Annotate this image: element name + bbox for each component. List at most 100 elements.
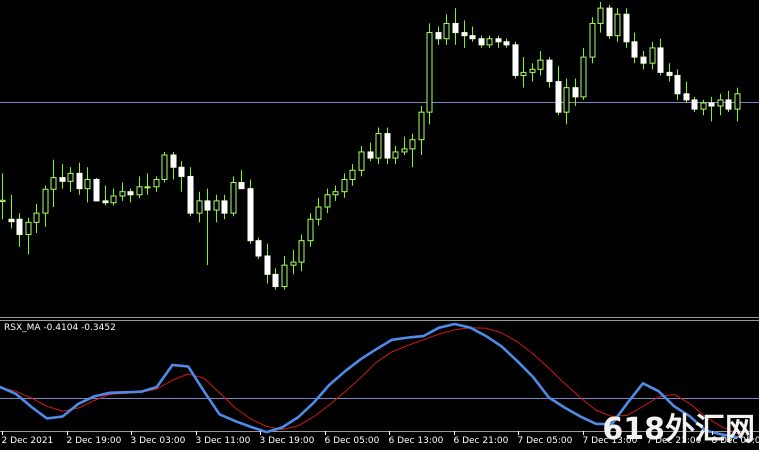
- candle-bull: [597, 7, 604, 24]
- candle-bear: [495, 38, 502, 43]
- candle-bull: [33, 212, 40, 223]
- candle-bull: [580, 56, 587, 98]
- candle-bull: [298, 240, 305, 263]
- time-tick-label: 7 Dec 05:00: [518, 436, 573, 446]
- candle-bear: [461, 32, 468, 37]
- candle-bear: [546, 59, 553, 83]
- candle-bear: [93, 178, 100, 202]
- candle-bear: [666, 71, 673, 76]
- indicator-value-1: -0.4104: [43, 323, 79, 333]
- candle-bear: [606, 7, 613, 37]
- candle-bear: [674, 74, 681, 95]
- candle-bear: [127, 191, 134, 196]
- candle-bear: [657, 47, 664, 73]
- candle-bear: [204, 200, 211, 211]
- candle-bull: [290, 261, 297, 266]
- candle-bull: [341, 178, 348, 193]
- candle-bull: [307, 218, 314, 242]
- time-tick-label: 3 Dec 03:00: [131, 436, 186, 446]
- candle-bull: [161, 154, 168, 180]
- candle-bear: [469, 35, 476, 40]
- candle-bear: [255, 240, 262, 257]
- candle-bear: [503, 41, 510, 46]
- candle-bull: [409, 139, 416, 150]
- candle-bull: [324, 194, 331, 208]
- candle-bull: [349, 169, 356, 180]
- candle-bull: [136, 186, 143, 196]
- candle-bear: [452, 22, 459, 34]
- candle-bear: [555, 81, 562, 113]
- candle-bull: [84, 178, 91, 190]
- candle-bull: [144, 186, 151, 189]
- indicator-value-2: -0.3452: [81, 323, 116, 333]
- candle-bear: [691, 99, 698, 110]
- candle-bull: [649, 47, 656, 64]
- candle-bear: [272, 273, 279, 288]
- candle-bull: [443, 22, 450, 40]
- time-tick-label: 6 Dec 13:00: [389, 436, 444, 446]
- candle-bull: [529, 68, 536, 73]
- watermark-logo: 618外汇网: [602, 412, 755, 447]
- candle-bear: [8, 218, 15, 223]
- candle-bear: [102, 200, 109, 204]
- candle-bear: [725, 99, 732, 110]
- indicator-label: RSX_MA -0.4104 -0.3452: [4, 323, 116, 333]
- candle-bear: [187, 175, 194, 214]
- time-tick-label: 3 Dec 19:00: [260, 436, 315, 446]
- candle-bull: [358, 151, 365, 171]
- candle-bull: [401, 148, 408, 153]
- candle-bull: [50, 177, 57, 190]
- candle-bear: [16, 218, 23, 236]
- candle-bear: [221, 200, 228, 214]
- candle-bear: [631, 41, 638, 58]
- time-tick-label: 6 Dec 05:00: [325, 436, 380, 446]
- candle-bull: [332, 191, 339, 196]
- candle-bear: [512, 44, 519, 76]
- candle-bear: [76, 172, 83, 190]
- candle-bear: [478, 38, 485, 46]
- time-tick-label: 3 Dec 11:00: [196, 436, 251, 446]
- candle-bull: [315, 206, 322, 220]
- candle-bear: [59, 177, 66, 182]
- candle-bull: [42, 188, 49, 214]
- candle-bull: [281, 264, 288, 288]
- candle-bull: [426, 32, 433, 113]
- candle-bull: [734, 93, 741, 110]
- candle-bull: [614, 13, 621, 37]
- candle-bull: [25, 221, 32, 236]
- candle-bull: [537, 59, 544, 70]
- time-tick-label: 2 Dec 2021: [2, 436, 54, 446]
- candle-bull: [700, 102, 707, 110]
- candle-bull: [230, 182, 237, 214]
- candle-bear: [247, 188, 254, 242]
- candle-bull: [375, 133, 382, 159]
- time-tick-label: 6 Dec 21:00: [454, 436, 509, 446]
- candle-bull: [119, 191, 126, 197]
- candle-bull: [486, 38, 493, 46]
- chart-window[interactable]: 2 Dec 2021 2 Dec 19:00 3 Dec 03:00 3 Dec 11…: [0, 0, 759, 450]
- candle-bull: [717, 99, 724, 107]
- price-and-indicator-chart[interactable]: 2 Dec 2021 2 Dec 19:00 3 Dec 03:00 3 Dec 11…: [0, 0, 759, 450]
- indicator-name: RSX_MA: [4, 323, 41, 333]
- candle-bear: [178, 166, 185, 177]
- candle-bear: [238, 182, 245, 190]
- candle-bull: [213, 200, 220, 211]
- candle-bear: [572, 87, 579, 98]
- candle-bull: [110, 195, 117, 204]
- time-tick-label: 2 Dec 19:00: [67, 436, 122, 446]
- candle-bull: [563, 87, 570, 113]
- candle-bear: [264, 255, 271, 275]
- candle-bear: [384, 133, 391, 159]
- candle-bear: [683, 93, 690, 101]
- candle-bear: [367, 151, 374, 159]
- candle-bull: [0, 199, 6, 203]
- candle-bear: [170, 154, 177, 168]
- candle-bull: [67, 172, 74, 182]
- candle-bull: [418, 111, 425, 141]
- candle-bull: [589, 22, 596, 58]
- candle-bull: [392, 151, 399, 159]
- candle-bull: [196, 200, 203, 214]
- candle-bear: [623, 13, 630, 43]
- candle-bear: [435, 32, 442, 40]
- candle-bear: [640, 56, 647, 64]
